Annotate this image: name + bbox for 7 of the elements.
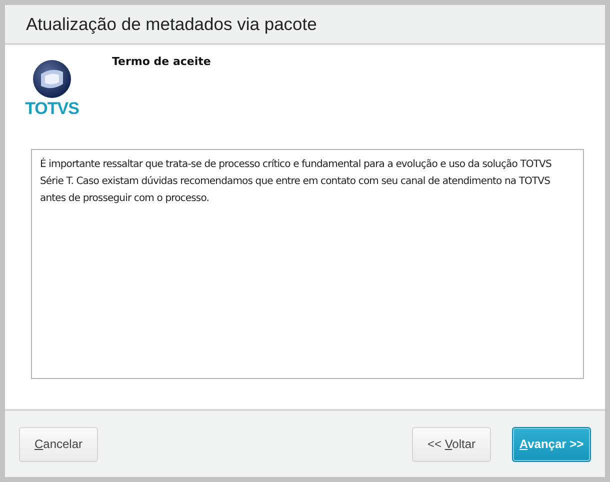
logo-icon — [32, 59, 72, 99]
back-button[interactable]: << Voltar — [412, 426, 491, 462]
cancel-button[interactable]: Cancelar — [19, 426, 98, 462]
step-title: Termo de aceite — [112, 55, 211, 70]
window-title: Atualização de metadados via pacote — [26, 14, 317, 34]
logo-text: TOTVS — [25, 99, 79, 119]
message-box[interactable]: É importante ressaltar que trata-se de processo crítico e fundamental para a evolução e uso da solução TOTVS Série T. Caso existam dúvidas recomendamos que entre em contato com seu canal de atendimento na TOTVS antes de prosseguir com o processo. — [31, 149, 584, 379]
